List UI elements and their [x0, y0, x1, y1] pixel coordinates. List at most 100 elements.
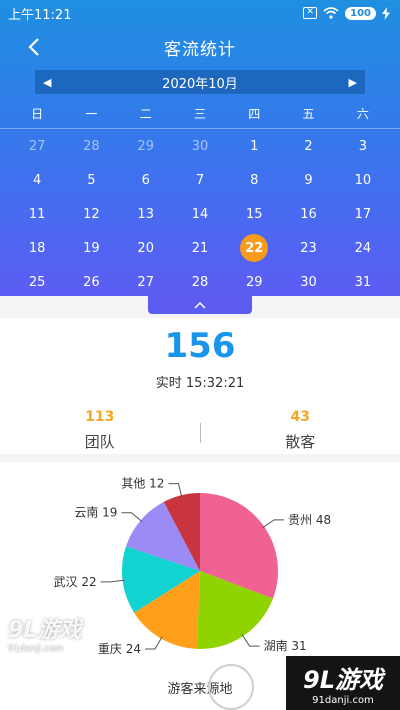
- watermark-right: 9L游戏 91danji.com: [286, 656, 400, 710]
- wifi-icon: [323, 7, 339, 19]
- calendar-day[interactable]: 24: [336, 231, 390, 265]
- calendar-day[interactable]: 21: [173, 231, 227, 265]
- calendar-day[interactable]: 29: [119, 129, 173, 163]
- calendar-day[interactable]: 27: [119, 265, 173, 299]
- calendar-day-number: 7: [195, 172, 205, 188]
- calendar-day[interactable]: 6: [119, 163, 173, 197]
- next-month-icon[interactable]: ▶: [349, 76, 357, 89]
- calendar-day[interactable]: 8: [227, 163, 281, 197]
- back-button[interactable]: [22, 34, 46, 60]
- pie-leader-line: [241, 634, 260, 647]
- pie-slice-label: 其他 12: [121, 477, 164, 491]
- calendar-day-number: 2: [304, 138, 313, 154]
- pie-leader-line: [100, 579, 125, 583]
- calendar-day[interactable]: 31: [336, 265, 390, 299]
- calendar-day-number: 20: [137, 240, 154, 256]
- calendar-day-number: 31: [354, 274, 372, 290]
- calendar-day-number: 30: [191, 138, 209, 154]
- calendar-day[interactable]: 15: [227, 197, 281, 231]
- weekday-header: 日一二三四五六: [0, 102, 400, 124]
- calendar-day-number: 15: [246, 206, 263, 222]
- calendar-day-number: 26: [83, 274, 100, 290]
- calendar-day-number: 9: [304, 172, 313, 188]
- chevron-up-icon: [194, 301, 206, 309]
- individual-label: 散客: [285, 433, 316, 451]
- battery-icon: 100: [345, 6, 376, 20]
- calendar-day[interactable]: 30: [281, 265, 335, 299]
- calendar-day-number: 16: [300, 206, 317, 222]
- calendar-day[interactable]: 11: [10, 197, 64, 231]
- pie-slice-label: 武汉 22: [54, 575, 97, 589]
- calendar-day-selected[interactable]: 22: [227, 231, 281, 265]
- weekday-label: 二: [139, 106, 152, 121]
- calendar-day-number: 5: [87, 172, 96, 188]
- calendar-day-number: 12: [83, 206, 100, 222]
- calendar-day-number: 3: [358, 138, 367, 154]
- calendar-day[interactable]: 7: [173, 163, 227, 197]
- calendar-grid: 27 28 29 30 1 2 3 4 5 6 7 8 9 10 11 12 13 14 15 16 17 18 19 20 2…: [0, 129, 400, 299]
- realtime-timestamp: 实时 15:32:21: [155, 376, 245, 391]
- calendar-day[interactable]: 13: [119, 197, 173, 231]
- calendar-day[interactable]: 16: [281, 197, 335, 231]
- visitor-stats: 156 实时 15:32:21 113 团队 43 散客: [0, 318, 400, 454]
- calendar-day[interactable]: 28: [64, 129, 118, 163]
- team-label: 团队: [84, 433, 115, 451]
- pie-slice-label: 贵州 48: [288, 513, 331, 527]
- weekday-label: 六: [356, 106, 369, 121]
- calendar-day[interactable]: 17: [336, 197, 390, 231]
- prev-month-icon[interactable]: ◀: [43, 76, 51, 89]
- calendar-day-number: 11: [28, 206, 46, 222]
- watermark-logo: 9L游戏: [8, 618, 82, 643]
- weekday-label: 日: [31, 106, 44, 121]
- calendar-day-number: 4: [33, 172, 42, 188]
- calendar-day[interactable]: 9: [281, 163, 335, 197]
- team-stat: 113 团队: [0, 409, 200, 452]
- status-time: 上午11:21: [8, 7, 72, 23]
- visitor-breakdown: 113 团队 43 散客: [0, 409, 400, 452]
- pie-slice-label: 重庆 24: [98, 642, 141, 656]
- calendar-day[interactable]: 26: [64, 265, 118, 299]
- calendar-day[interactable]: 2: [281, 129, 335, 163]
- calendar-day-number: 27: [28, 138, 46, 154]
- calendar-day[interactable]: 18: [10, 231, 64, 265]
- calendar-day[interactable]: 5: [64, 163, 118, 197]
- calendar-day-number: 6: [141, 172, 150, 188]
- calendar-day-number: 28: [83, 138, 100, 154]
- individual-count: 43: [290, 409, 310, 425]
- back-arrow-icon: [28, 38, 39, 56]
- calendar-day-number: 29: [246, 274, 263, 290]
- pie-slice-label: 云南 19: [74, 505, 117, 520]
- calendar-day-number: 22: [240, 234, 269, 262]
- calendar-day-number: 10: [354, 172, 372, 188]
- watermark-url: 91danji.com: [8, 644, 64, 654]
- calendar-day[interactable]: 23: [281, 231, 335, 265]
- calendar-day[interactable]: 29: [227, 265, 281, 299]
- calendar-day[interactable]: 3: [336, 129, 390, 163]
- calendar-day[interactable]: 1: [227, 129, 281, 163]
- nav-bar: 客流统计: [0, 26, 400, 68]
- weekday-label: 一: [85, 106, 98, 121]
- weekday-label: 三: [193, 106, 206, 121]
- calendar-day[interactable]: 4: [10, 163, 64, 197]
- calendar-day-number: 14: [191, 206, 209, 222]
- calendar-day-number: 19: [83, 240, 100, 256]
- calendar-day-number: 28: [191, 274, 209, 290]
- collapse-calendar-button[interactable]: [148, 296, 252, 314]
- calendar-day[interactable]: 10: [336, 163, 390, 197]
- calendar-day[interactable]: 14: [173, 197, 227, 231]
- calendar-day-number: 25: [28, 274, 46, 290]
- calendar-day[interactable]: 20: [119, 231, 173, 265]
- notification-icon: ✕: [303, 7, 318, 19]
- pie-leader-line: [121, 512, 143, 523]
- calendar-day[interactable]: 27: [10, 129, 64, 163]
- calendar-day[interactable]: 25: [10, 265, 64, 299]
- calendar-day-number: 30: [300, 274, 317, 290]
- status-bar: 上午11:21 ✕ 100: [0, 0, 400, 26]
- calendar-day[interactable]: 28: [173, 265, 227, 299]
- pie-leader-line: [262, 519, 285, 529]
- calendar-day[interactable]: 19: [64, 231, 118, 265]
- month-label: 2020年10月: [162, 76, 238, 92]
- calendar-day[interactable]: 12: [64, 197, 118, 231]
- calendar-day[interactable]: 30: [173, 129, 227, 163]
- calendar-day-number: 29: [137, 138, 154, 154]
